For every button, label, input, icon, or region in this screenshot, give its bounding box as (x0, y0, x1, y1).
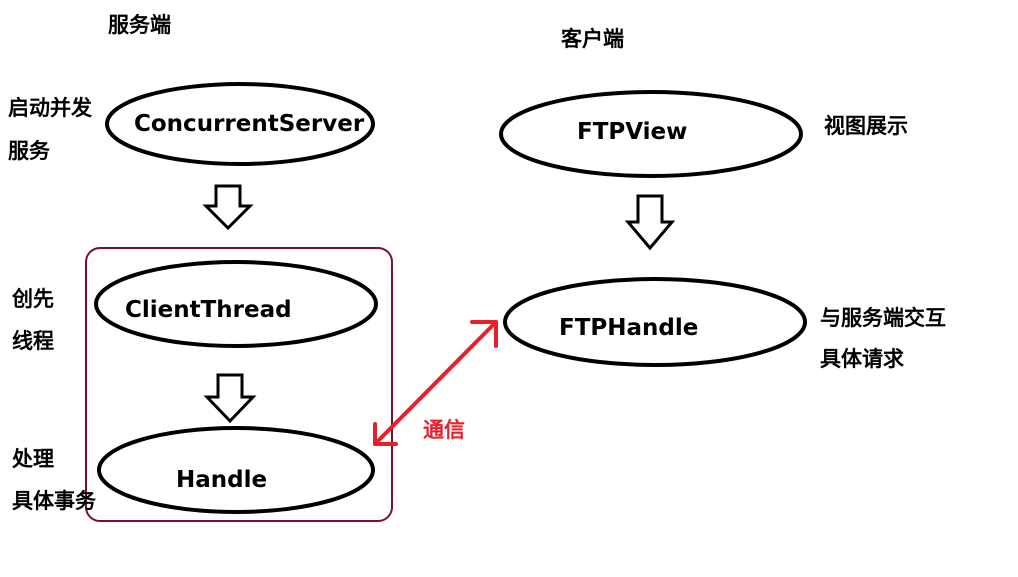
process-note-line2: 具体事务 (12, 489, 96, 513)
client-thread-label: ClientThread (125, 297, 292, 323)
communication-label: 通信 (423, 418, 465, 442)
start-service-note-line2: 服务 (8, 139, 50, 163)
create-thread-note-line1: 创先 (12, 287, 54, 311)
interact-note-line2: 具体请求 (820, 347, 904, 371)
down-arrow-icon (624, 194, 676, 251)
interact-note-line1: 与服务端交互 (820, 306, 946, 330)
concurrent-server-label: ConcurrentServer (134, 111, 365, 137)
view-display-note: 视图展示 (824, 114, 908, 138)
down-arrow-icon (202, 184, 254, 231)
down-arrow-icon (203, 373, 257, 424)
start-service-note-line1: 启动并发 (8, 96, 92, 120)
create-thread-note-line2: 线程 (12, 329, 54, 353)
process-note-line1: 处理 (12, 447, 54, 471)
client-heading: 客户端 (561, 27, 624, 51)
server-heading: 服务端 (108, 13, 171, 37)
handle-label: Handle (176, 467, 268, 493)
diagram-canvas (85, 82, 807, 522)
ftp-handle-label: FTPHandle (559, 315, 699, 341)
ftp-view-label: FTPView (577, 119, 688, 145)
